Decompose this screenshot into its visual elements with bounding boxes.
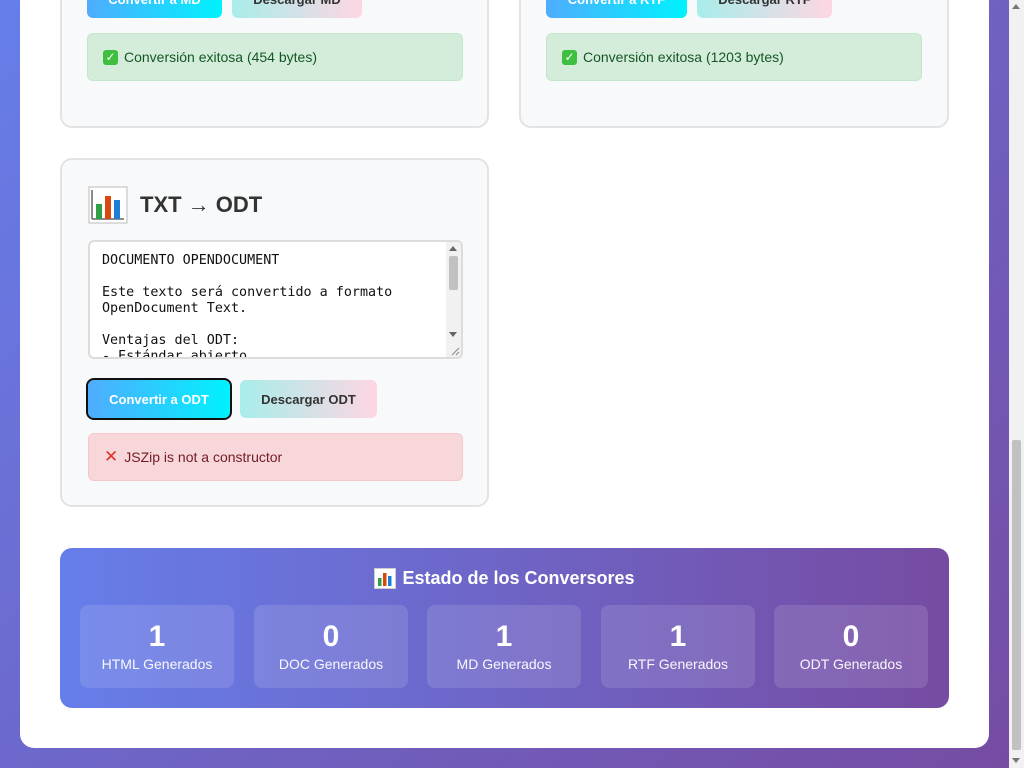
stat-label: MD Generados	[456, 656, 552, 672]
md-status-text: Conversión exitosa (454 bytes)	[124, 49, 317, 65]
convert-odt-button[interactable]: Convertir a ODT	[86, 378, 232, 420]
odt-card-title: TXT → ODT	[88, 186, 262, 224]
page-scrollbar[interactable]	[1009, 0, 1024, 768]
stat-value: 0	[842, 620, 860, 653]
bar-chart-icon	[374, 568, 397, 589]
rtf-status-message: ✓ Conversión exitosa (1203 bytes)	[546, 33, 922, 81]
cross-mark-icon: ✕	[104, 447, 119, 466]
stats-title: Estado de los Conversores	[60, 568, 949, 589]
scroll-up-arrow-icon[interactable]	[449, 246, 457, 251]
convert-md-button[interactable]: Convertir a MD	[87, 0, 222, 18]
check-mark-icon: ✓	[562, 49, 577, 65]
stats-title-text: Estado de los Conversores	[402, 568, 635, 588]
rtf-status-text: Conversión exitosa (1203 bytes)	[583, 49, 784, 65]
stat-label: HTML Generados	[101, 656, 213, 672]
page-scroll-up-icon[interactable]	[1012, 4, 1020, 9]
page-scroll-down-icon[interactable]	[1012, 758, 1020, 763]
stat-value: 0	[322, 620, 340, 653]
scroll-down-arrow-icon[interactable]	[449, 332, 457, 337]
convert-rtf-button[interactable]: Convertir a RTF	[546, 0, 687, 18]
textarea-scrollbar[interactable]	[446, 242, 461, 357]
stat-value: 1	[669, 620, 687, 653]
resize-grip-icon[interactable]	[450, 346, 460, 356]
page-scroll-thumb[interactable]	[1012, 440, 1021, 750]
stat-label: RTF Generados	[627, 656, 729, 672]
odt-status-text: JSZip is not a constructor	[124, 449, 283, 465]
download-rtf-button[interactable]: Descargar RTF	[697, 0, 832, 18]
rtf-converter-card: Convertir a RTF Descargar RTF ✓ Conversi…	[519, 0, 949, 128]
stat-html: 1 HTML Generados	[80, 605, 234, 688]
download-odt-button[interactable]: Descargar ODT	[240, 380, 377, 418]
converter-stats-panel: Estado de los Conversores 1 HTML Generad…	[60, 548, 949, 708]
odt-title-text: TXT → ODT	[140, 192, 263, 217]
stat-value: 1	[148, 620, 166, 653]
stat-doc: 0 DOC Generados	[254, 605, 408, 688]
odt-text-input[interactable]: DOCUMENTO OPENDOCUMENT Este texto será c…	[88, 240, 463, 359]
stat-rtf: 1 RTF Generados	[601, 605, 755, 688]
md-status-message: ✓ Conversión exitosa (454 bytes)	[87, 33, 463, 81]
bar-chart-icon	[88, 186, 128, 224]
stat-label: DOC Generados	[278, 656, 384, 672]
stat-value: 1	[495, 620, 513, 653]
stat-md: 1 MD Generados	[427, 605, 581, 688]
textarea-scroll-thumb[interactable]	[449, 256, 458, 290]
stat-odt: 0 ODT Generados	[774, 605, 928, 688]
check-mark-icon: ✓	[103, 49, 118, 65]
odt-textarea-content[interactable]: DOCUMENTO OPENDOCUMENT Este texto será c…	[90, 242, 445, 357]
md-converter-card: Convertir a MD Descargar MD ✓ Conversión…	[60, 0, 489, 128]
odt-converter-card: TXT → ODT DOCUMENTO OPENDOCUMENT Este te…	[60, 158, 489, 507]
stat-label: ODT Generados	[799, 656, 903, 672]
odt-status-message: ✕ JSZip is not a constructor	[88, 433, 463, 481]
download-md-button[interactable]: Descargar MD	[232, 0, 362, 18]
